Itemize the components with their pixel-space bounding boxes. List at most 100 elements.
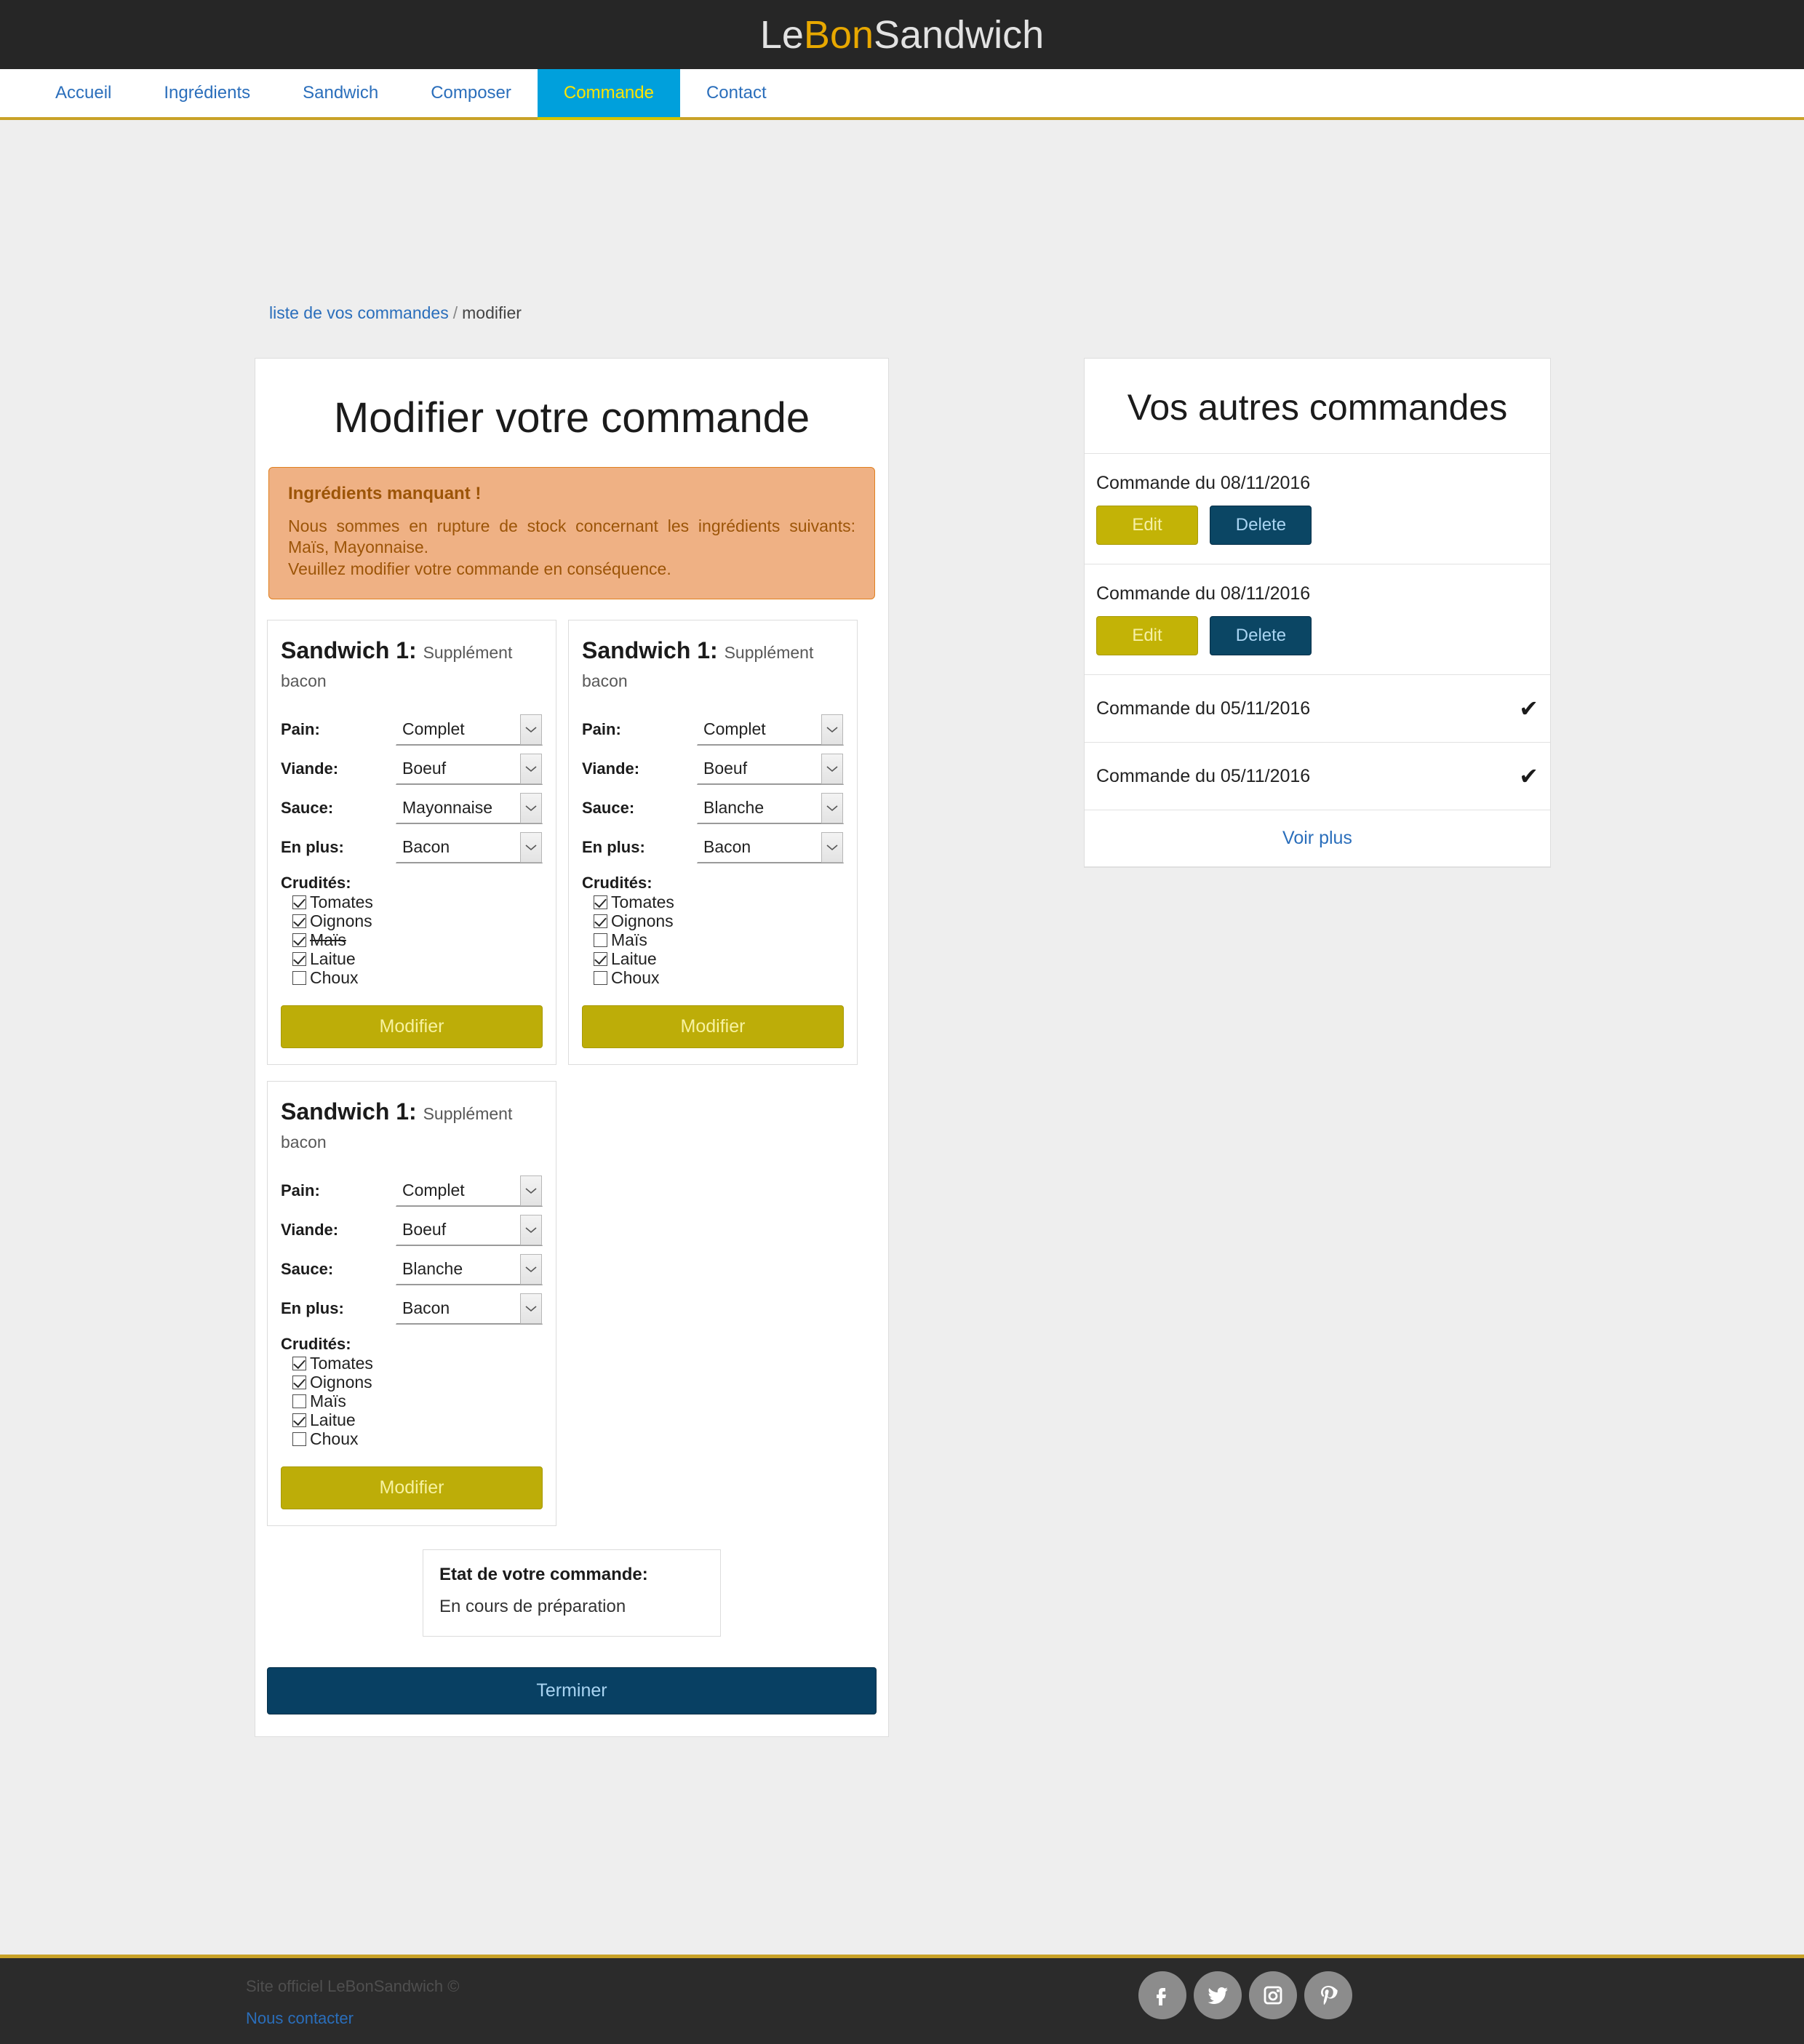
footer-contact-link[interactable]: Nous contacter xyxy=(246,2009,354,2028)
checkbox-row[interactable]: Maïs xyxy=(594,932,844,949)
checkbox-row[interactable]: Maïs xyxy=(292,1393,543,1410)
select-sauce[interactable]: Mayonnaise xyxy=(396,792,543,825)
see-more-link[interactable]: Voir plus xyxy=(1282,828,1352,848)
checkbox-label: Tomates xyxy=(611,893,674,912)
select-viande[interactable]: Boeuf xyxy=(697,753,844,786)
field-pain: Pain: Complet xyxy=(281,1175,543,1207)
checkbox-label: Laitue xyxy=(611,949,657,969)
alert-title: Ingrédients manquant ! xyxy=(288,484,482,503)
checkbox-label: Choux xyxy=(310,1429,359,1449)
checkbox-icon[interactable] xyxy=(292,933,306,948)
checkbox-row[interactable]: Laitue xyxy=(292,951,543,967)
twitter-icon[interactable] xyxy=(1194,1971,1242,2019)
select-sauce[interactable]: Blanche xyxy=(697,792,844,825)
select-viande[interactable]: Boeuf xyxy=(396,753,543,786)
checkbox-row[interactable]: Choux xyxy=(594,970,844,986)
breadcrumb-link-orders[interactable]: liste de vos commandes xyxy=(269,303,449,322)
delete-order-button[interactable]: Delete xyxy=(1210,616,1312,655)
order-date: Commande du 08/11/2016 xyxy=(1096,473,1311,493)
select-en-plus[interactable]: Bacon xyxy=(697,831,844,864)
select-sauce-value: Blanche xyxy=(703,798,765,818)
select-viande-value: Boeuf xyxy=(703,759,748,778)
label-en-plus: En plus: xyxy=(281,838,344,857)
checkbox-row[interactable]: Choux xyxy=(292,970,543,986)
field-en-plus: En plus: Bacon xyxy=(582,831,844,864)
checkbox-icon[interactable] xyxy=(594,895,607,910)
sandwich-card-title: Sandwich 1: xyxy=(281,637,417,664)
brand-sandwich: Sandwich xyxy=(874,12,1045,57)
checkbox-icon[interactable] xyxy=(594,933,607,948)
crudites-list: Tomates Oignons Maïs Laitue Choux xyxy=(281,894,543,986)
nav-item-composer[interactable]: Composer xyxy=(404,69,538,117)
checkbox-row[interactable]: Oignons xyxy=(292,1374,543,1391)
select-pain[interactable]: Complet xyxy=(396,714,543,746)
checkbox-icon[interactable] xyxy=(594,971,607,986)
modify-sandwich-button[interactable]: Modifier xyxy=(281,1005,543,1049)
label-crudites: Crudités: xyxy=(281,874,351,893)
select-sauce[interactable]: Blanche xyxy=(396,1253,543,1286)
missing-ingredients-alert: Ingrédients manquant ! Nous sommes en ru… xyxy=(268,467,875,600)
crudites-list: Tomates Oignons Maïs Laitue Choux xyxy=(281,1355,543,1448)
checkbox-icon[interactable] xyxy=(292,1376,306,1390)
checkbox-icon[interactable] xyxy=(292,1432,306,1447)
nav-item-contact[interactable]: Contact xyxy=(680,69,793,117)
breadcrumb-current: modifier xyxy=(462,303,522,322)
checkbox-row[interactable]: Tomates xyxy=(292,1355,543,1372)
checkbox-icon[interactable] xyxy=(292,895,306,910)
checkbox-row[interactable]: Tomates xyxy=(292,894,543,911)
nav-item-ingredients[interactable]: Ingrédients xyxy=(137,69,276,117)
select-pain[interactable]: Complet xyxy=(396,1175,543,1207)
finish-order-button[interactable]: Terminer xyxy=(267,1667,877,1715)
label-pain: Pain: xyxy=(281,1181,320,1200)
nav-item-sandwich[interactable]: Sandwich xyxy=(276,69,404,117)
edit-order-button[interactable]: Edit xyxy=(1096,506,1198,545)
checkbox-icon[interactable] xyxy=(292,914,306,929)
select-en-plus[interactable]: Bacon xyxy=(396,1293,543,1325)
instagram-icon[interactable] xyxy=(1249,1971,1297,2019)
label-sauce: Sauce: xyxy=(582,799,635,818)
checkbox-icon[interactable] xyxy=(292,952,306,967)
checkbox-label: Oignons xyxy=(310,1373,372,1392)
checkbox-icon[interactable] xyxy=(594,952,607,967)
label-en-plus: En plus: xyxy=(281,1299,344,1318)
checkbox-row[interactable]: Laitue xyxy=(292,1412,543,1429)
select-pain-value: Complet xyxy=(402,1181,465,1200)
select-pain[interactable]: Complet xyxy=(697,714,844,746)
checkbox-row[interactable]: Laitue xyxy=(594,951,844,967)
field-pain: Pain: Complet xyxy=(582,714,844,746)
other-orders-title: Vos autres commandes xyxy=(1127,387,1508,428)
label-viande: Viande: xyxy=(582,759,640,778)
label-crudites: Crudités: xyxy=(281,1335,351,1354)
sandwich-card-title: Sandwich 1: xyxy=(582,637,718,664)
pinterest-icon[interactable] xyxy=(1304,1971,1352,2019)
checkbox-icon[interactable] xyxy=(594,914,607,929)
checkbox-row[interactable]: Oignons xyxy=(594,913,844,930)
checkbox-row[interactable]: Oignons xyxy=(292,913,543,930)
chevron-down-icon xyxy=(520,1215,542,1246)
select-en-plus[interactable]: Bacon xyxy=(396,831,543,864)
site-brand: LeBonSandwich xyxy=(760,12,1044,57)
delete-order-button[interactable]: Delete xyxy=(1210,506,1312,545)
checkbox-icon[interactable] xyxy=(292,1413,306,1428)
checkbox-icon[interactable] xyxy=(292,1394,306,1409)
footer-copyright: Site officiel LeBonSandwich © xyxy=(246,1977,460,1995)
chevron-down-icon xyxy=(520,1175,542,1207)
modify-sandwich-button[interactable]: Modifier xyxy=(281,1466,543,1510)
facebook-icon[interactable] xyxy=(1138,1971,1186,2019)
checkbox-icon[interactable] xyxy=(292,1357,306,1371)
page-title: Modifier votre commande xyxy=(333,394,810,442)
select-en-plus-value: Bacon xyxy=(703,837,751,857)
modify-sandwich-button[interactable]: Modifier xyxy=(582,1005,844,1049)
checkbox-row[interactable]: Maïs xyxy=(292,932,543,949)
nav-item-commande[interactable]: Commande xyxy=(537,69,681,120)
check-icon: ✔ xyxy=(1519,695,1538,722)
nav-item-accueil[interactable]: Accueil xyxy=(29,69,137,117)
edit-order-button[interactable]: Edit xyxy=(1096,616,1198,655)
label-viande: Viande: xyxy=(281,759,339,778)
select-viande[interactable]: Boeuf xyxy=(396,1214,543,1247)
other-orders-panel: Vos autres commandes Commande du 08/11/2… xyxy=(1084,358,1551,868)
chevron-down-icon xyxy=(520,1254,542,1285)
checkbox-icon[interactable] xyxy=(292,971,306,986)
checkbox-row[interactable]: Tomates xyxy=(594,894,844,911)
checkbox-row[interactable]: Choux xyxy=(292,1431,543,1448)
